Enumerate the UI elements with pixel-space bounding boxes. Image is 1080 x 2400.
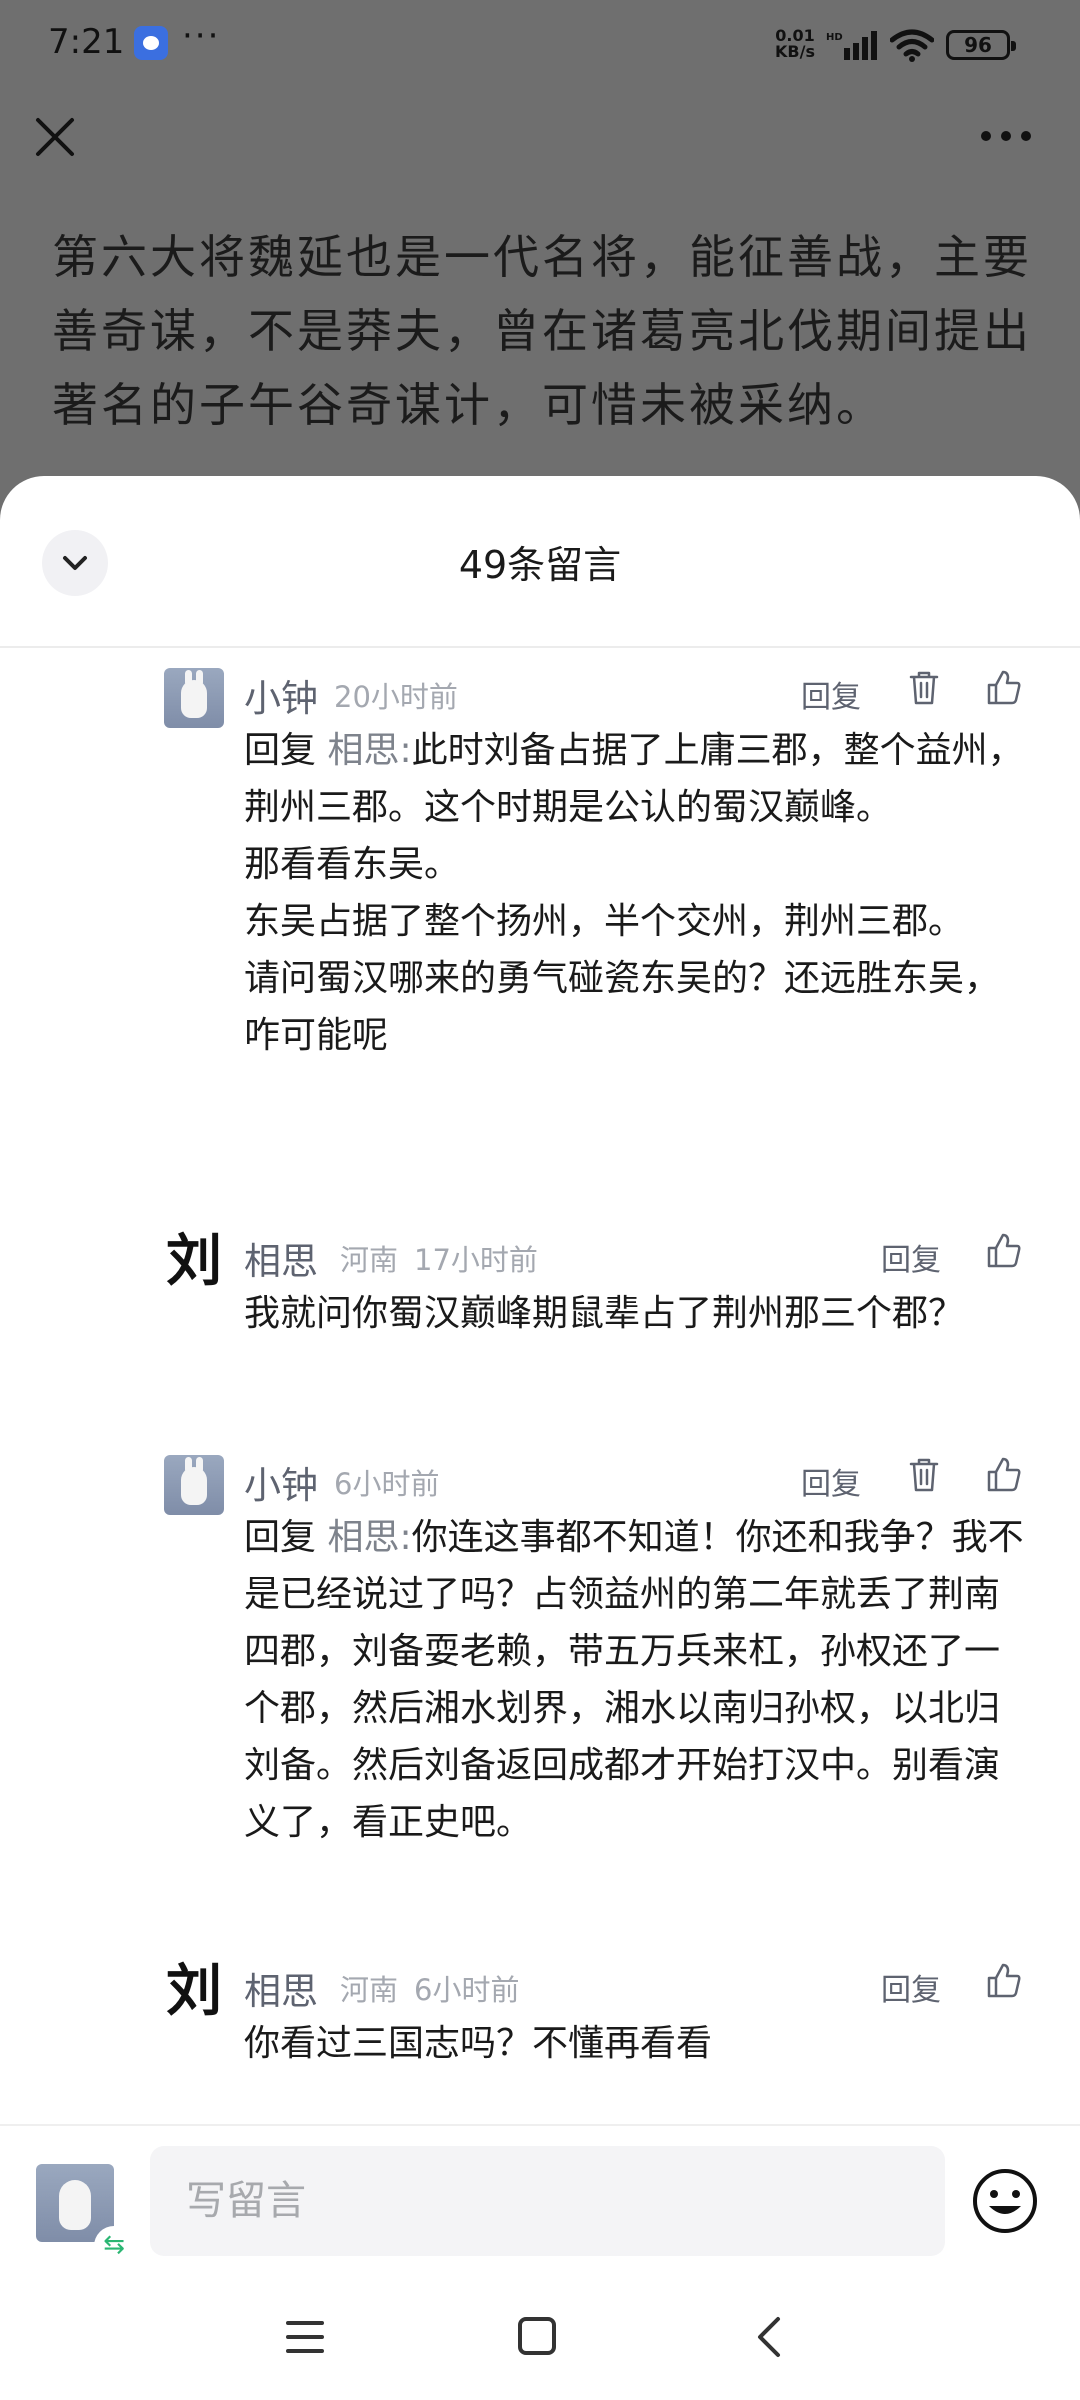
thumbs-up-icon[interactable] — [984, 1455, 1024, 1495]
system-nav-bar — [0, 2274, 1080, 2400]
switch-account-icon[interactable]: ⇆ — [94, 2226, 134, 2266]
avatar[interactable] — [164, 1455, 224, 1515]
comment-author[interactable]: 相思 — [244, 1961, 318, 2015]
comment-paragraph: 回复 相思:你连这事都不知道！你还和我争？我不是已经说过了吗？占领益州的第二年就… — [244, 1517, 1024, 1843]
comment-paragraph: 回复 相思:此时刘备占据了上庸三郡，整个益州，荆州三郡。这个时期是公认的蜀汉巅峰… — [244, 730, 1024, 828]
status-time: 7:21 — [48, 22, 125, 62]
emoji-icon[interactable] — [970, 2166, 1040, 2236]
comment-author[interactable]: 小钟 — [244, 668, 318, 722]
reply-button[interactable]: 回复 — [881, 1965, 941, 2009]
comment-paragraph: 请问蜀汉哪来的勇气碰瓷东吴的？还远胜东吴，咋可能呢 — [244, 958, 1001, 1056]
wifi-icon — [890, 29, 934, 62]
reply-button[interactable]: 回复 — [801, 1459, 861, 1503]
trash-icon[interactable] — [904, 668, 944, 708]
more-icon[interactable] — [978, 124, 1034, 148]
comment-author[interactable]: 小钟 — [244, 1455, 318, 1509]
battery-icon: 96 — [946, 30, 1016, 60]
comment-paragraph: 我就问你蜀汉巅峰期鼠辈占了荆州那三个郡？ — [244, 1293, 965, 1334]
divider — [0, 646, 1080, 648]
back-icon[interactable] — [746, 2314, 796, 2360]
network-speed: 0.01 KB/s — [775, 28, 815, 60]
comment-time: 17小时前 — [414, 1243, 538, 1277]
comment-time: 6小时前 — [414, 1973, 520, 2007]
more-notifications-icon: ··· — [182, 16, 221, 56]
comment-time: 20小时前 — [334, 680, 458, 714]
comment-input[interactable] — [150, 2146, 945, 2256]
comment-body: 我就问你蜀汉巅峰期鼠辈占了荆州那三个郡？ — [244, 1285, 1034, 1342]
reply-target[interactable]: 相思: — [327, 1517, 411, 1558]
article-text: 第六大将魏延也是一代名将，能征善战，主要善奇谋，不是莽夫，曾在诸葛亮北伐期间提出… — [52, 230, 1032, 432]
comment-input-bar: ⇆ — [0, 2124, 1080, 2274]
reply-target[interactable]: 相思: — [327, 730, 411, 771]
reply-button[interactable]: 回复 — [801, 672, 861, 716]
comment-paragraph: 那看看东吴。 — [244, 844, 461, 885]
comment-body: 你看过三国志吗？不懂再看看 — [244, 2015, 1034, 2072]
avatar[interactable]: 刘 — [164, 1231, 224, 1291]
reply-button[interactable]: 回复 — [881, 1235, 941, 1279]
status-bar: 7:21 ··· 0.01 KB/s HD 96 — [0, 0, 1080, 90]
home-icon[interactable] — [512, 2314, 562, 2360]
thumbs-up-icon[interactable] — [984, 1961, 1024, 2001]
comment-count-title: 49条留言 — [458, 543, 622, 587]
comment-sheet: 49条留言 小钟 20小时前 回复 回复 相思:此时刘备占据了上庸三郡，整个益州… — [0, 476, 1080, 2400]
comment-body: 回复 相思:你连这事都不知道！你还和我争？我不是已经说过了吗？占领益州的第二年就… — [244, 1509, 1034, 1851]
baidu-app-icon — [134, 26, 168, 60]
close-icon[interactable] — [30, 112, 80, 162]
reply-prefix: 回复 — [244, 730, 317, 771]
comment-paragraph: 东吴占据了整个扬州，半个交州，荆州三郡。 — [244, 901, 965, 942]
comment-paragraph: 你看过三国志吗？不懂再看看 — [244, 2023, 713, 2064]
comment-location: 河南 — [340, 1243, 399, 1277]
comment-body: 回复 相思:此时刘备占据了上庸三郡，整个益州，荆州三郡。这个时期是公认的蜀汉巅峰… — [244, 722, 1034, 1064]
avatar[interactable]: 刘 — [164, 1961, 224, 2021]
comment-location: 河南 — [340, 1973, 399, 2007]
svg-text:HD: HD — [826, 32, 843, 43]
reply-prefix: 回复 — [244, 1517, 317, 1558]
network-speed-unit: KB/s — [775, 42, 815, 61]
comment-time: 6小时前 — [334, 1467, 440, 1501]
signal-icon: HD — [826, 31, 877, 60]
trash-icon[interactable] — [904, 1455, 944, 1495]
thumbs-up-icon[interactable] — [984, 1231, 1024, 1271]
menu-icon[interactable] — [280, 2314, 330, 2360]
avatar[interactable] — [164, 668, 224, 728]
comment-author[interactable]: 相思 — [244, 1231, 318, 1285]
thumbs-up-icon[interactable] — [984, 668, 1024, 708]
